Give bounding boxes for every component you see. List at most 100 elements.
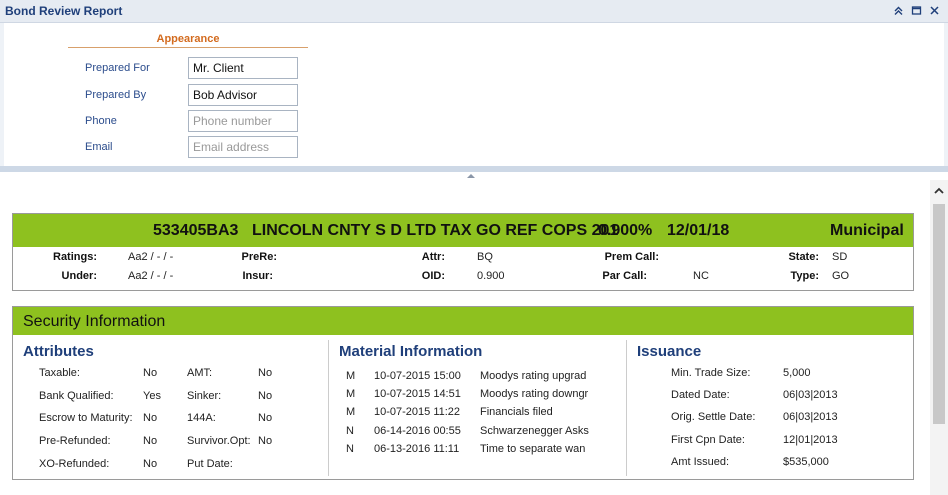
column-divider xyxy=(626,340,627,476)
material-flag: M xyxy=(346,406,356,418)
appearance-heading: Appearance xyxy=(68,33,308,48)
attr-escrow-value: No xyxy=(143,412,158,424)
prem-call-label: Prem Call: xyxy=(604,251,659,263)
material-flag: N xyxy=(346,443,354,455)
issuance-amt-issued-label: Amt Issued: xyxy=(671,456,730,468)
attr-taxable-label: Taxable: xyxy=(39,367,80,379)
attr-xo-refunded-value: No xyxy=(143,458,158,470)
material-text[interactable]: Financials filed xyxy=(480,406,553,418)
insur-label: Insur: xyxy=(242,270,273,282)
issuance-settle-date-value: 06|03|2013 xyxy=(783,411,838,423)
issuance-dated-date-value: 06|03|2013 xyxy=(783,389,838,401)
prepared-for-label: Prepared For xyxy=(85,62,150,74)
prepared-for-row: Prepared For Mr. Client xyxy=(85,57,325,79)
par-call-label: Par Call: xyxy=(602,270,647,282)
security-information: Security Information Attributes Taxable:… xyxy=(12,306,914,480)
close-icon[interactable] xyxy=(927,3,942,18)
issuance-min-trade-value: 5,000 xyxy=(783,367,811,379)
issuance-first-cpn-value: 12|01|2013 xyxy=(783,434,838,446)
under-value: Aa2 / - / - xyxy=(128,270,174,282)
issuance-first-cpn-label: First Cpn Date: xyxy=(671,434,745,446)
bond-description: LINCOLN CNTY S D LTD TAX GO REF COPS 201 xyxy=(252,222,619,239)
bond-summary: 533405BA3 LINCOLN CNTY S D LTD TAX GO RE… xyxy=(12,213,914,291)
window-controls xyxy=(891,3,942,18)
material-text[interactable]: Time to separate wan xyxy=(480,443,585,455)
attributes-title: Attributes xyxy=(23,343,94,360)
bond-maturity: 12/01/18 xyxy=(667,222,730,239)
prere-label: PreRe: xyxy=(241,251,277,263)
prepared-by-row: Prepared By Bob Advisor xyxy=(85,84,325,106)
material-flag: M xyxy=(346,370,356,382)
phone-label: Phone xyxy=(85,115,117,127)
window-titlebar: Bond Review Report xyxy=(0,0,948,23)
material-text[interactable]: Schwarzenegger Asks xyxy=(480,425,589,437)
security-header: Security Information xyxy=(13,307,913,335)
bond-cusip: 533405BA3 xyxy=(153,222,239,239)
attr-escrow-label: Escrow to Maturity: xyxy=(39,412,133,424)
material-date: 10-07-2015 11:22 xyxy=(374,406,461,418)
prepared-by-input[interactable]: Bob Advisor xyxy=(188,84,298,106)
attr-value: BQ xyxy=(477,251,493,263)
bond-details: Ratings: Aa2 / - / - Under: Aa2 / - / - … xyxy=(13,247,913,291)
material-title: Material Information xyxy=(339,343,483,360)
material-date: 10-07-2015 15:00 xyxy=(374,370,461,382)
issuance-min-trade-label: Min. Trade Size: xyxy=(671,367,751,379)
attr-amt-label: AMT: xyxy=(187,367,213,379)
state-value: SD xyxy=(832,251,848,263)
issuance-settle-date-label: Orig. Settle Date: xyxy=(671,411,756,423)
ratings-label: Ratings: xyxy=(53,251,97,263)
security-heading: Security Information xyxy=(23,313,166,330)
under-label: Under: xyxy=(61,270,97,282)
phone-input[interactable]: Phone number xyxy=(188,110,298,132)
attr-survivor-label: Survivor.Opt: xyxy=(187,435,251,447)
attr-survivor-value: No xyxy=(258,435,273,447)
attr-bank-qualified-label: Bank Qualified: xyxy=(39,390,114,402)
column-divider xyxy=(328,340,329,476)
attr-amt-value: No xyxy=(258,367,273,379)
email-row: Email Email address xyxy=(85,136,325,158)
issuance-amt-issued-value: $535,000 xyxy=(783,456,829,468)
material-text[interactable]: Moodys rating downgr xyxy=(480,388,588,400)
attr-sinker-value: No xyxy=(258,390,273,402)
attr-144a-label: 144A: xyxy=(187,412,216,424)
phone-row: Phone Phone number xyxy=(85,110,325,132)
vertical-scrollbar[interactable] xyxy=(930,180,948,495)
attr-put-date-label: Put Date: xyxy=(187,458,233,470)
window-title: Bond Review Report xyxy=(5,4,123,18)
material-date: 06-14-2016 00:55 xyxy=(374,425,461,437)
email-input[interactable]: Email address xyxy=(188,136,298,158)
attr-bank-qualified-value: Yes xyxy=(143,390,161,402)
scroll-up-icon[interactable] xyxy=(932,184,946,198)
attr-taxable-value: No xyxy=(143,367,158,379)
bond-category: Municipal xyxy=(830,222,904,239)
par-call-value: NC xyxy=(693,270,709,282)
attr-sinker-label: Sinker: xyxy=(187,390,222,402)
bond-coupon: 0.900% xyxy=(598,222,653,239)
bond-header: 533405BA3 LINCOLN CNTY S D LTD TAX GO RE… xyxy=(13,214,913,247)
maximize-icon[interactable] xyxy=(909,3,924,18)
scroll-thumb[interactable] xyxy=(933,204,945,424)
attr-label: Attr: xyxy=(421,251,445,263)
attr-144a-value: No xyxy=(258,412,273,424)
prepared-for-input[interactable]: Mr. Client xyxy=(188,57,298,79)
attr-xo-refunded-label: XO-Refunded: xyxy=(39,458,110,470)
prepared-by-label: Prepared By xyxy=(85,89,147,101)
state-label: State: xyxy=(788,251,819,263)
appearance-panel: Appearance Prepared For Mr. Client Prepa… xyxy=(0,23,948,166)
splitter-grip-icon[interactable] xyxy=(466,166,476,178)
material-date: 06-13-2016 11:11 xyxy=(374,443,460,455)
type-label: Type: xyxy=(790,270,819,282)
oid-label: OID: xyxy=(421,270,445,282)
material-flag: N xyxy=(346,425,354,437)
material-date: 10-07-2015 14:51 xyxy=(374,388,461,400)
material-flag: M xyxy=(346,388,356,400)
type-value: GO xyxy=(832,270,850,282)
material-text[interactable]: Moodys rating upgrad xyxy=(480,370,586,382)
collapse-up-icon[interactable] xyxy=(891,3,906,18)
attr-pre-refunded-value: No xyxy=(143,435,158,447)
oid-value: 0.900 xyxy=(477,270,505,282)
email-label: Email xyxy=(85,141,113,153)
ratings-value: Aa2 / - / - xyxy=(128,251,174,263)
issuance-dated-date-label: Dated Date: xyxy=(671,389,730,401)
panel-splitter[interactable] xyxy=(0,166,948,178)
